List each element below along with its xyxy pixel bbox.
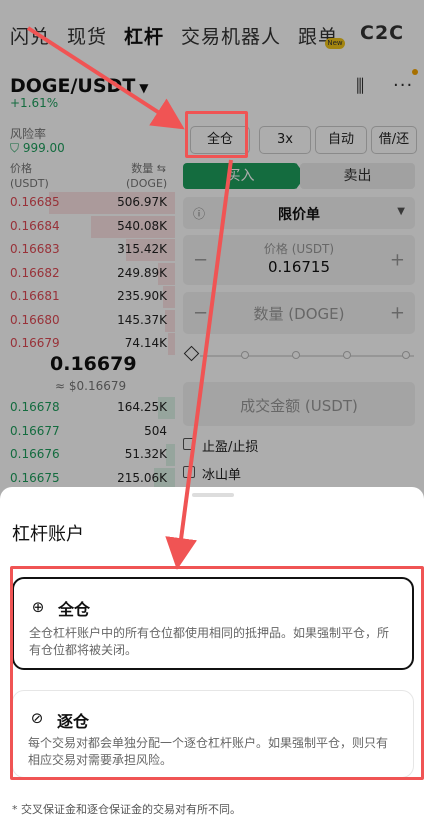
cross-margin-title: 全仓 (58, 600, 91, 619)
isolated-margin-title: 逐仓 (57, 712, 90, 731)
cross-margin-desc: 全仓杠杆账户中的所有仓位都使用相同的抵押品。如果强制平仓，所有仓位都将被关闭。 (29, 626, 390, 657)
trading-page: 闪兑 现货 杠杆 交易机器人 跟单 C2C New DOGE/USDT ▼ +1.… (0, 0, 424, 819)
sheet-footnote: * 交叉保证金和逐仓保证金的交易对有所不同。 (12, 803, 241, 816)
isolated-margin-option[interactable]: ⊘ 逐仓 每个交易对都会单独分配一个逐仓杠杆账户。如果强制平仓，则只有相应交易对… (12, 690, 414, 778)
cross-margin-icon: ⊕ (31, 598, 45, 616)
sheet-title: 杠杆账户 (12, 524, 84, 545)
drag-handle[interactable] (192, 493, 234, 497)
isolated-margin-desc: 每个交易对都会单独分配一个逐仓杠杆账户。如果强制平仓，则只有相应交易对需要承担风… (28, 736, 389, 767)
isolated-margin-icon: ⊘ (30, 709, 44, 727)
margin-mode-sheet: 杠杆账户 ⊕ 全仓 全仓杠杆账户中的所有仓位都使用相同的抵押品。如果强制平仓，所… (0, 487, 424, 819)
cross-margin-option[interactable]: ⊕ 全仓 全仓杠杆账户中的所有仓位都使用相同的抵押品。如果强制平仓，所有仓位都将… (12, 577, 414, 670)
